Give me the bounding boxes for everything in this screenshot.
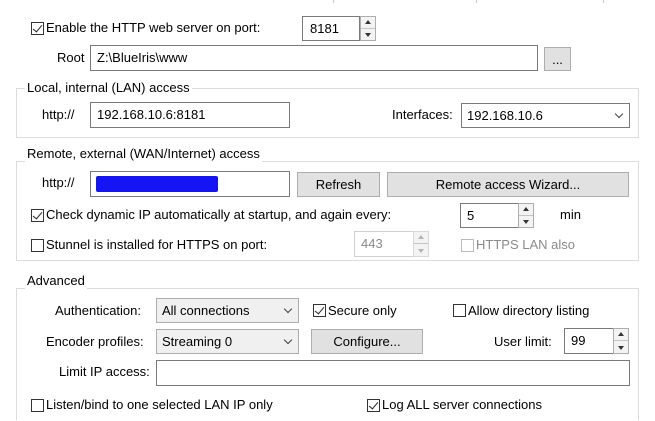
wan-group-title: Remote, external (WAN/Internet) access [25,146,262,162]
chevron-down-icon [283,335,293,345]
auth-value: All connections [162,303,250,318]
port-spin-up-icon[interactable] [361,17,375,29]
interfaces-value: 192.168.10.6 [467,108,543,123]
https-lan-checkbox [461,239,474,252]
limit-ip-label: Limit IP access: [59,364,150,379]
encoder-value: Streaming 0 [162,334,233,349]
stunnel-checkbox[interactable] [31,239,44,252]
user-limit-spinner[interactable] [613,328,629,354]
user-limit-label: User limit: [494,334,552,349]
configure-button[interactable]: Configure... [311,329,423,354]
lan-address-field[interactable]: 192.168.10.6:8181 [90,102,290,128]
chevron-down-icon [614,109,624,119]
tab-edge-mid [476,0,477,3]
user-limit-spin-down-icon[interactable] [614,341,628,353]
chevron-down-icon [283,304,293,314]
interval-spin-up-icon[interactable] [519,204,533,216]
https-port-field: 443 [354,231,414,257]
limit-ip-field[interactable] [156,360,630,386]
interval-spin-down-icon[interactable] [519,216,533,228]
port-spinner[interactable] [360,16,376,41]
lan-group-title: Local, internal (LAN) access [25,80,192,96]
encoder-select[interactable]: Streaming 0 [156,329,299,354]
port-field[interactable]: 8181 [302,16,360,41]
wan-address-field[interactable] [90,171,290,197]
enable-server-label[interactable]: Enable the HTTP web server on port: [46,20,260,36]
listen-bind-checkbox[interactable] [31,399,44,412]
interfaces-label: Interfaces: [392,107,453,122]
interfaces-select[interactable]: 192.168.10.6 [461,103,630,128]
dir-listing-checkbox[interactable] [453,304,466,317]
refresh-button[interactable]: Refresh [297,172,380,197]
stunnel-label[interactable]: Stunnel is installed for HTTPS on port: [46,237,267,253]
https-spin-up-icon [414,232,428,244]
lan-http-label: http:// [42,107,75,122]
check-ip-label[interactable]: Check dynamic IP automatically at startu… [46,207,391,223]
https-port-spinner [413,231,429,257]
auth-select[interactable]: All connections [156,298,299,323]
redaction-mark [96,176,218,192]
auth-label: Authentication: [55,303,142,318]
encoder-label: Encoder profiles: [46,334,144,349]
enable-server-checkbox[interactable] [31,22,44,35]
tab-edge-right [603,0,604,3]
listen-bind-label[interactable]: Listen/bind to one selected LAN IP only [46,397,273,413]
root-path-field[interactable]: Z:\BlueIris\www [90,45,538,71]
advanced-group-title: Advanced [25,273,87,289]
https-lan-label: HTTPS LAN also [476,237,575,252]
interval-unit-label: min [560,207,581,222]
user-limit-spin-up-icon[interactable] [614,329,628,341]
user-limit-field[interactable]: 99 [564,328,614,354]
interval-field[interactable]: 5 [460,203,519,228]
tab-edge-left [333,0,334,3]
log-connections-label[interactable]: Log ALL server connections [382,397,542,413]
root-label: Root [57,50,85,65]
dir-listing-label[interactable]: Allow directory listing [468,303,589,319]
wan-http-label: http:// [42,175,75,190]
secure-only-checkbox[interactable] [313,304,326,317]
remote-access-wizard-button[interactable]: Remote access Wizard... [387,172,629,197]
interval-spinner[interactable] [518,203,534,228]
port-spin-down-icon[interactable] [361,29,375,41]
check-ip-checkbox[interactable] [31,209,44,222]
browse-button[interactable]: ... [544,47,571,71]
https-spin-down-icon [414,244,428,256]
secure-only-label[interactable]: Secure only [328,303,397,319]
log-connections-checkbox[interactable] [367,399,380,412]
